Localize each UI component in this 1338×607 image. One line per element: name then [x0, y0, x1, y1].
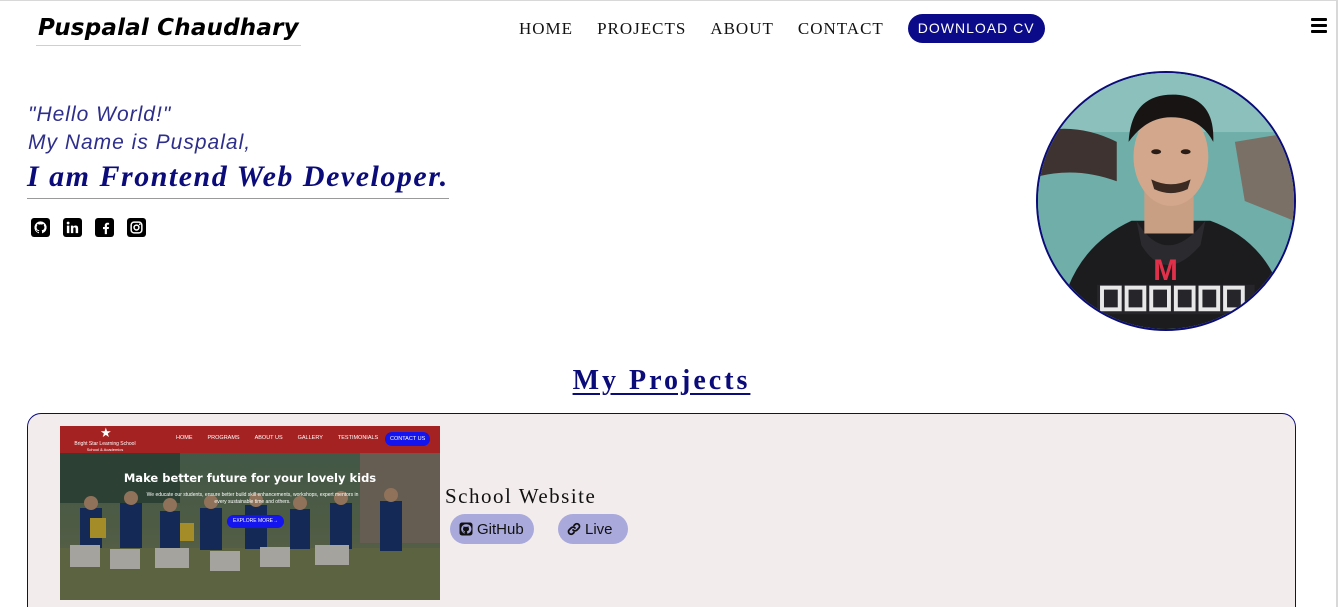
hero-role: I am Frontend Web Developer.: [27, 160, 449, 199]
avatar-shirt-letter: M: [1153, 254, 1178, 287]
project-title: School Website: [445, 484, 597, 508]
brand-logo[interactable]: Puspalal Chaudhary: [36, 12, 301, 46]
github-icon[interactable]: [31, 218, 50, 237]
download-cv-button[interactable]: DOWNLOAD CV: [907, 14, 1045, 43]
preview-menu: HOME PROGRAMS ABOUT US GALLERY TESTIMONI…: [176, 435, 393, 441]
main-nav: HOME PROJECTS ABOUT CONTACT DOWNLOAD CV: [519, 14, 1045, 43]
live-link-label: Live: [585, 520, 613, 538]
nav-contact[interactable]: CONTACT: [798, 19, 884, 39]
top-border: [0, 0, 1338, 1]
preview-contact-button: CONTACT US: [385, 432, 431, 446]
github-icon: [459, 522, 473, 536]
nav-home[interactable]: HOME: [519, 19, 573, 39]
github-link-button[interactable]: GitHub: [450, 514, 534, 544]
live-link-button[interactable]: Live: [558, 514, 628, 544]
preview-menu-item: TESTIMONIALS: [337, 435, 379, 441]
preview-logo: ★ Bright Star Learning School School & A…: [64, 426, 144, 452]
hamburger-icon[interactable]: [1311, 18, 1327, 34]
nav-projects[interactable]: PROJECTS: [597, 19, 686, 39]
facebook-icon[interactable]: [95, 218, 114, 237]
profile-photo: M: [1036, 71, 1296, 331]
preview-menu-item: ABOUT US: [254, 435, 283, 441]
preview-navbar: ★ Bright Star Learning School School & A…: [60, 426, 440, 453]
social-links: [31, 218, 159, 237]
preview-school-tagline: School & Academics: [86, 447, 124, 452]
nav-about[interactable]: ABOUT: [710, 19, 774, 39]
star-icon: ★: [100, 426, 112, 441]
link-icon: [567, 522, 581, 536]
instagram-icon[interactable]: [127, 218, 146, 237]
projects-heading: My Projects: [0, 365, 1323, 397]
preview-headline: Make better future for your lovely kids: [123, 471, 377, 485]
linkedin-icon[interactable]: [63, 218, 82, 237]
preview-explore-button: EXPLORE MORE→: [227, 515, 285, 528]
preview-menu-item: HOME: [176, 435, 193, 441]
hero-greeting: "Hello World!": [28, 103, 172, 126]
projects-heading-text: My Projects: [572, 365, 751, 396]
preview-menu-item: PROGRAMS: [207, 435, 240, 441]
hero-name: My Name is Puspalal,: [28, 131, 252, 154]
preview-menu-item: GALLERY: [297, 435, 323, 441]
preview-subtext: We educate our students, ensure better b…: [146, 492, 359, 505]
github-link-label: GitHub: [477, 520, 524, 538]
project-preview-image[interactable]: ★ Bright Star Learning School School & A…: [60, 426, 440, 600]
